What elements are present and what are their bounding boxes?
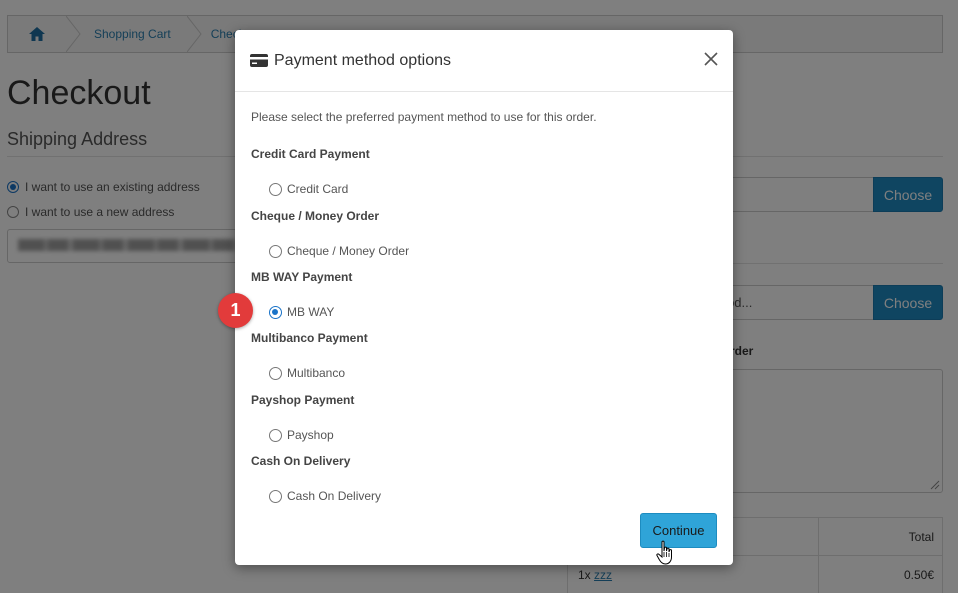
hand-cursor-icon bbox=[656, 540, 672, 565]
modal-title: Payment method options bbox=[274, 51, 451, 69]
group-title-mb-way: MB WAY Payment bbox=[251, 270, 353, 284]
option-multibanco[interactable]: Multibanco bbox=[269, 366, 345, 380]
modal-intro: Please select the preferred payment meth… bbox=[251, 110, 597, 124]
radio-unselected[interactable] bbox=[269, 366, 282, 380]
continue-button[interactable]: Continue bbox=[640, 513, 717, 548]
radio-unselected[interactable] bbox=[269, 428, 282, 442]
radio-unselected[interactable] bbox=[269, 244, 282, 258]
credit-card-icon bbox=[250, 54, 268, 67]
modal-body: Please select the preferred payment meth… bbox=[235, 92, 733, 503]
modal-header: Payment method options bbox=[235, 30, 733, 92]
radio-unselected[interactable] bbox=[269, 489, 282, 503]
group-title-multibanco: Multibanco Payment bbox=[251, 331, 368, 345]
step-badge: 1 bbox=[218, 293, 253, 328]
option-credit-card[interactable]: Credit Card bbox=[269, 182, 348, 196]
group-title-payshop: Payshop Payment bbox=[251, 393, 355, 407]
close-icon[interactable] bbox=[703, 51, 719, 67]
option-mb-way[interactable]: MB WAY bbox=[269, 305, 334, 319]
group-title-credit-card: Credit Card Payment bbox=[251, 147, 370, 161]
group-title-cash-on-delivery: Cash On Delivery bbox=[251, 454, 351, 468]
radio-unselected[interactable] bbox=[269, 182, 282, 196]
option-cheque[interactable]: Cheque / Money Order bbox=[269, 244, 409, 258]
option-payshop[interactable]: Payshop bbox=[269, 428, 334, 442]
group-title-cheque: Cheque / Money Order bbox=[251, 209, 380, 223]
radio-selected[interactable] bbox=[269, 305, 282, 319]
option-cash-on-delivery[interactable]: Cash On Delivery bbox=[269, 489, 381, 503]
payment-method-modal: Payment method options Please select the… bbox=[235, 30, 733, 565]
